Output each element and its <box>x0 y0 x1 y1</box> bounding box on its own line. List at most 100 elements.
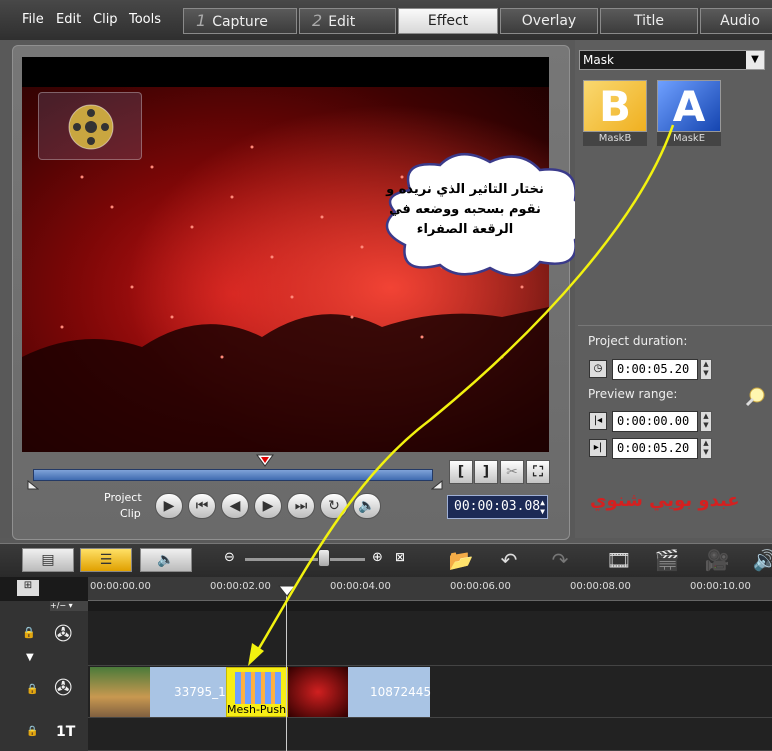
next-frame-icon[interactable]: ▶ <box>254 493 282 519</box>
enlarge-preview-icon[interactable]: ⛶ <box>526 460 550 484</box>
batch-convert-icon[interactable]: 🎬 <box>652 548 682 572</box>
duration-field[interactable]: 0:00:05.20 <box>612 359 698 380</box>
logo-watermark <box>38 92 142 160</box>
cut-clip-icon[interactable]: ✂ <box>500 460 524 484</box>
audio-view-icon[interactable]: 🔈 <box>140 548 192 572</box>
step-number: 1 <box>196 11 207 30</box>
track-manager-icon[interactable]: ⊞ <box>17 580 39 596</box>
ruler-tick: 00:00:04.00 <box>330 581 391 592</box>
film-reel-track-icon: ✇ <box>54 622 73 647</box>
menu-edit[interactable]: Edit <box>56 12 81 27</box>
trim-start-marker-icon[interactable] <box>27 480 39 490</box>
video-track-icon: ✇ <box>54 676 73 701</box>
trim-end-marker-icon[interactable] <box>431 480 443 490</box>
transition-label: Mesh-Push <box>227 703 287 716</box>
timecode-spinner-icon[interactable]: ▲ ▼ <box>540 498 545 516</box>
tab-capture[interactable]: 1 Capture <box>183 8 297 34</box>
playhead-marker-icon[interactable] <box>278 585 296 597</box>
preview-range-label: Preview range: <box>588 387 678 401</box>
time-ruler[interactable] <box>88 577 772 601</box>
smart-render-icon[interactable]: 🎞 <box>604 548 634 572</box>
annotation-text: نختار التاثير الذي نريده و نقوم بسحبه وو… <box>386 182 544 237</box>
lock-icon[interactable]: 🔒 <box>26 726 38 737</box>
menu-clip[interactable]: Clip <box>93 12 118 27</box>
project-mode-label[interactable]: Project <box>104 491 142 504</box>
timecode-value: 00:00:03.08 <box>454 499 541 514</box>
range-start-spinner-icon[interactable]: ▲ ▼ <box>700 411 712 432</box>
library-item-maskb[interactable]: B MaskB <box>583 80 647 146</box>
ruler-tick: 00:00:06.00 <box>450 581 511 592</box>
panel-divider <box>578 325 772 326</box>
tab-label: Edit <box>328 14 356 30</box>
tab-label: Capture <box>212 14 268 30</box>
clip-label: 10872445 <box>370 685 432 699</box>
zoom-slider[interactable] <box>318 549 330 567</box>
undo-icon[interactable]: ↶ <box>494 548 524 572</box>
mask-b-thumbnail: B <box>583 80 647 132</box>
ruler-tick: 00:00:00.00 <box>90 581 151 592</box>
tab-title[interactable]: Title <box>600 8 698 34</box>
title-track-label: 1T <box>56 724 76 740</box>
playhead[interactable] <box>286 590 287 751</box>
end-icon[interactable]: ⏭ <box>287 493 315 519</box>
duration-spinner-icon[interactable]: ▲ ▼ <box>700 359 712 380</box>
storyboard-view-icon[interactable]: ▤ <box>22 548 74 572</box>
video-editor-icon[interactable]: 🎥 <box>702 548 732 572</box>
lock-icon[interactable]: 🔒 <box>26 684 38 695</box>
film-reel-icon <box>68 104 114 150</box>
zoom-out-icon[interactable]: ⊖ <box>224 550 235 565</box>
timecode-display[interactable]: 00:00:03.08 ▲ ▼ <box>447 495 548 519</box>
tab-effect[interactable]: Effect <box>398 8 498 34</box>
scrub-marker-icon[interactable] <box>256 454 274 467</box>
timeline-clip[interactable]: 10872445 <box>288 667 432 717</box>
clip-mode-label[interactable]: Clip <box>120 507 141 520</box>
author-signature: عبدو بويي شنوي <box>590 490 740 511</box>
menu-tools[interactable]: Tools <box>129 12 161 27</box>
transition-slot[interactable]: Mesh-Push <box>226 667 288 717</box>
range-end-icon: ▸| <box>589 439 607 457</box>
mark-out-button[interactable]: ] <box>474 460 498 484</box>
zoom-track[interactable] <box>245 558 365 561</box>
clip-thumbnail <box>90 667 150 717</box>
previous-frame-icon[interactable]: ◀ <box>221 493 249 519</box>
expand-track-icon[interactable]: ▼ <box>26 652 34 663</box>
home-icon[interactable]: ⏮ <box>188 493 216 519</box>
category-value: Mask <box>583 53 614 67</box>
timeline-view-icon[interactable]: ☰ <box>80 548 132 572</box>
transition-icon <box>235 672 281 704</box>
mark-in-button[interactable]: [ <box>449 460 473 484</box>
title-track[interactable] <box>88 718 772 751</box>
volume-icon[interactable]: 🔈 <box>353 493 381 519</box>
light-bulb-icon[interactable] <box>744 386 766 408</box>
clock-icon: ◷ <box>589 360 607 378</box>
timeline-clip[interactable]: 33795_18 <box>90 667 233 717</box>
track-options-dropdown[interactable]: +/− ▾ <box>50 601 88 611</box>
clip-thumbnail <box>288 667 348 717</box>
thumbnail-caption: MaskB <box>583 132 647 146</box>
insert-media-icon[interactable]: 📂 <box>446 548 476 572</box>
mask-e-thumbnail: A <box>657 80 721 132</box>
play-icon[interactable]: ▶ <box>155 493 183 519</box>
fit-project-icon[interactable]: ⊠ <box>395 550 405 564</box>
range-start-icon: |◂ <box>589 412 607 430</box>
tab-audio[interactable]: Audio <box>700 8 772 34</box>
redo-icon[interactable]: ↷ <box>545 548 575 572</box>
library-item-maske[interactable]: A MaskE <box>657 80 721 146</box>
video-track-empty[interactable] <box>88 611 772 666</box>
project-duration-label: Project duration: <box>588 334 688 348</box>
menu-file[interactable]: File <box>22 12 44 27</box>
audio-tool-icon[interactable]: 🔊 <box>750 548 772 572</box>
range-end-spinner-icon[interactable]: ▲ ▼ <box>700 438 712 459</box>
range-end-field[interactable]: 0:00:05.20 <box>612 438 698 459</box>
chevron-down-icon[interactable]: ▼ <box>746 51 764 69</box>
lock-icon[interactable]: 🔒 <box>22 626 36 639</box>
tab-edit[interactable]: 2 Edit <box>299 8 396 34</box>
range-start-field[interactable]: 0:00:00.00 <box>612 411 698 432</box>
scrub-bar[interactable] <box>33 469 433 481</box>
step-number: 2 <box>312 11 323 30</box>
library-category-select[interactable]: Mask ▼ <box>579 50 765 70</box>
tab-overlay[interactable]: Overlay <box>500 8 598 34</box>
repeat-icon[interactable]: ↻ <box>320 493 348 519</box>
ruler-tick: 00:00:02.00 <box>210 581 271 592</box>
zoom-in-icon[interactable]: ⊕ <box>372 550 383 565</box>
